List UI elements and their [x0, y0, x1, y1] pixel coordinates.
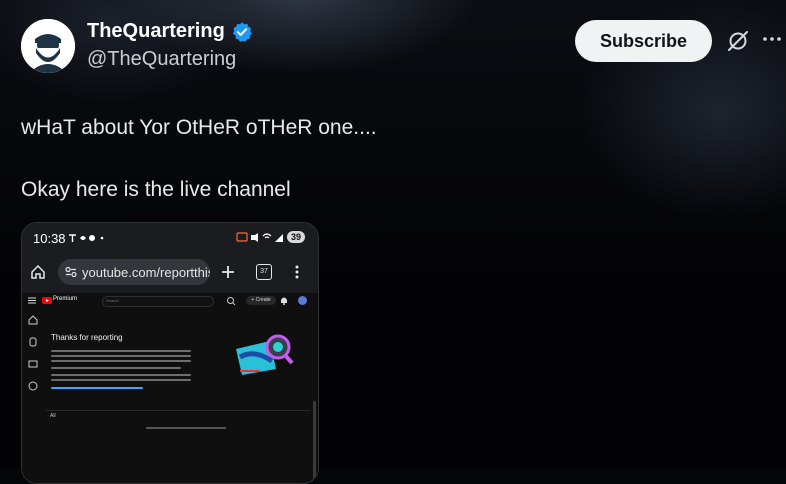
- search-placeholder: Search: [106, 298, 119, 303]
- browser-menu-icon[interactable]: [294, 264, 300, 280]
- report-illustration-icon: [236, 334, 294, 375]
- scrollbar[interactable]: [313, 401, 316, 481]
- search-icon[interactable]: [226, 296, 236, 306]
- account-avatar-icon[interactable]: [298, 296, 307, 305]
- section-divider: [46, 410, 310, 411]
- youtube-logo-icon[interactable]: [42, 297, 52, 304]
- description-line: [51, 367, 181, 369]
- phone-status-bar: 10:38 39: [22, 223, 318, 251]
- notification-icons: [69, 234, 104, 242]
- address-bar[interactable]: youtube.com/reportthistory: [58, 259, 210, 285]
- filter-chip-all[interactable]: All: [50, 413, 56, 419]
- learn-more-link[interactable]: [51, 387, 143, 389]
- description-line: [51, 350, 191, 352]
- yt-subscriptions-icon[interactable]: [28, 359, 38, 369]
- tab-switcher-button[interactable]: 37: [256, 264, 272, 280]
- create-button[interactable]: + Create: [246, 296, 276, 305]
- system-status-icons: [236, 232, 283, 242]
- description-line: [51, 355, 191, 357]
- avatar[interactable]: [21, 19, 75, 73]
- post-text-line-2: Okay here is the live channel: [21, 178, 291, 201]
- browser-toolbar: youtube.com/reportthistory 37: [22, 251, 318, 293]
- report-title: Thanks for reporting: [51, 333, 123, 342]
- empty-state-message: [146, 427, 226, 429]
- hamburger-icon[interactable]: [28, 297, 36, 304]
- site-info-icon: [65, 266, 77, 278]
- youtube-page: Premium Search + Create Thanks for repor…: [22, 293, 318, 483]
- youtube-search-input[interactable]: Search: [102, 296, 214, 307]
- new-tab-icon[interactable]: [220, 264, 236, 280]
- subscribe-button[interactable]: Subscribe: [575, 20, 712, 62]
- verified-badge-icon: [232, 21, 252, 42]
- battery-level: 39: [287, 231, 306, 243]
- attached-image[interactable]: 10:38 39 youtube.com/reportthistory: [21, 222, 319, 484]
- handle[interactable]: @TheQuartering: [87, 48, 236, 71]
- yt-home-icon[interactable]: [28, 315, 38, 325]
- yt-shorts-icon[interactable]: [28, 337, 38, 347]
- description-line: [51, 374, 191, 376]
- more-options-icon[interactable]: [760, 27, 784, 51]
- description-line: [51, 360, 191, 362]
- avatar-icon: [21, 19, 75, 73]
- report-history-card: Thanks for reporting: [46, 323, 310, 403]
- youtube-header: Premium Search + Create: [22, 293, 318, 309]
- yt-you-icon[interactable]: [28, 381, 38, 391]
- url-text: youtube.com/reportthistory: [82, 265, 210, 280]
- author-name-row: TheQuartering: [87, 20, 253, 43]
- status-time: 10:38: [33, 231, 66, 246]
- youtube-brand-label: Premium: [53, 296, 78, 302]
- notifications-bell-icon[interactable]: [280, 296, 288, 305]
- display-name[interactable]: TheQuartering: [87, 20, 225, 43]
- grok-icon[interactable]: [726, 29, 750, 53]
- description-line: [51, 379, 191, 381]
- home-icon[interactable]: [30, 264, 46, 280]
- post-text-line-1: wHaT about Yor OtHeR oTHeR one....: [21, 116, 377, 139]
